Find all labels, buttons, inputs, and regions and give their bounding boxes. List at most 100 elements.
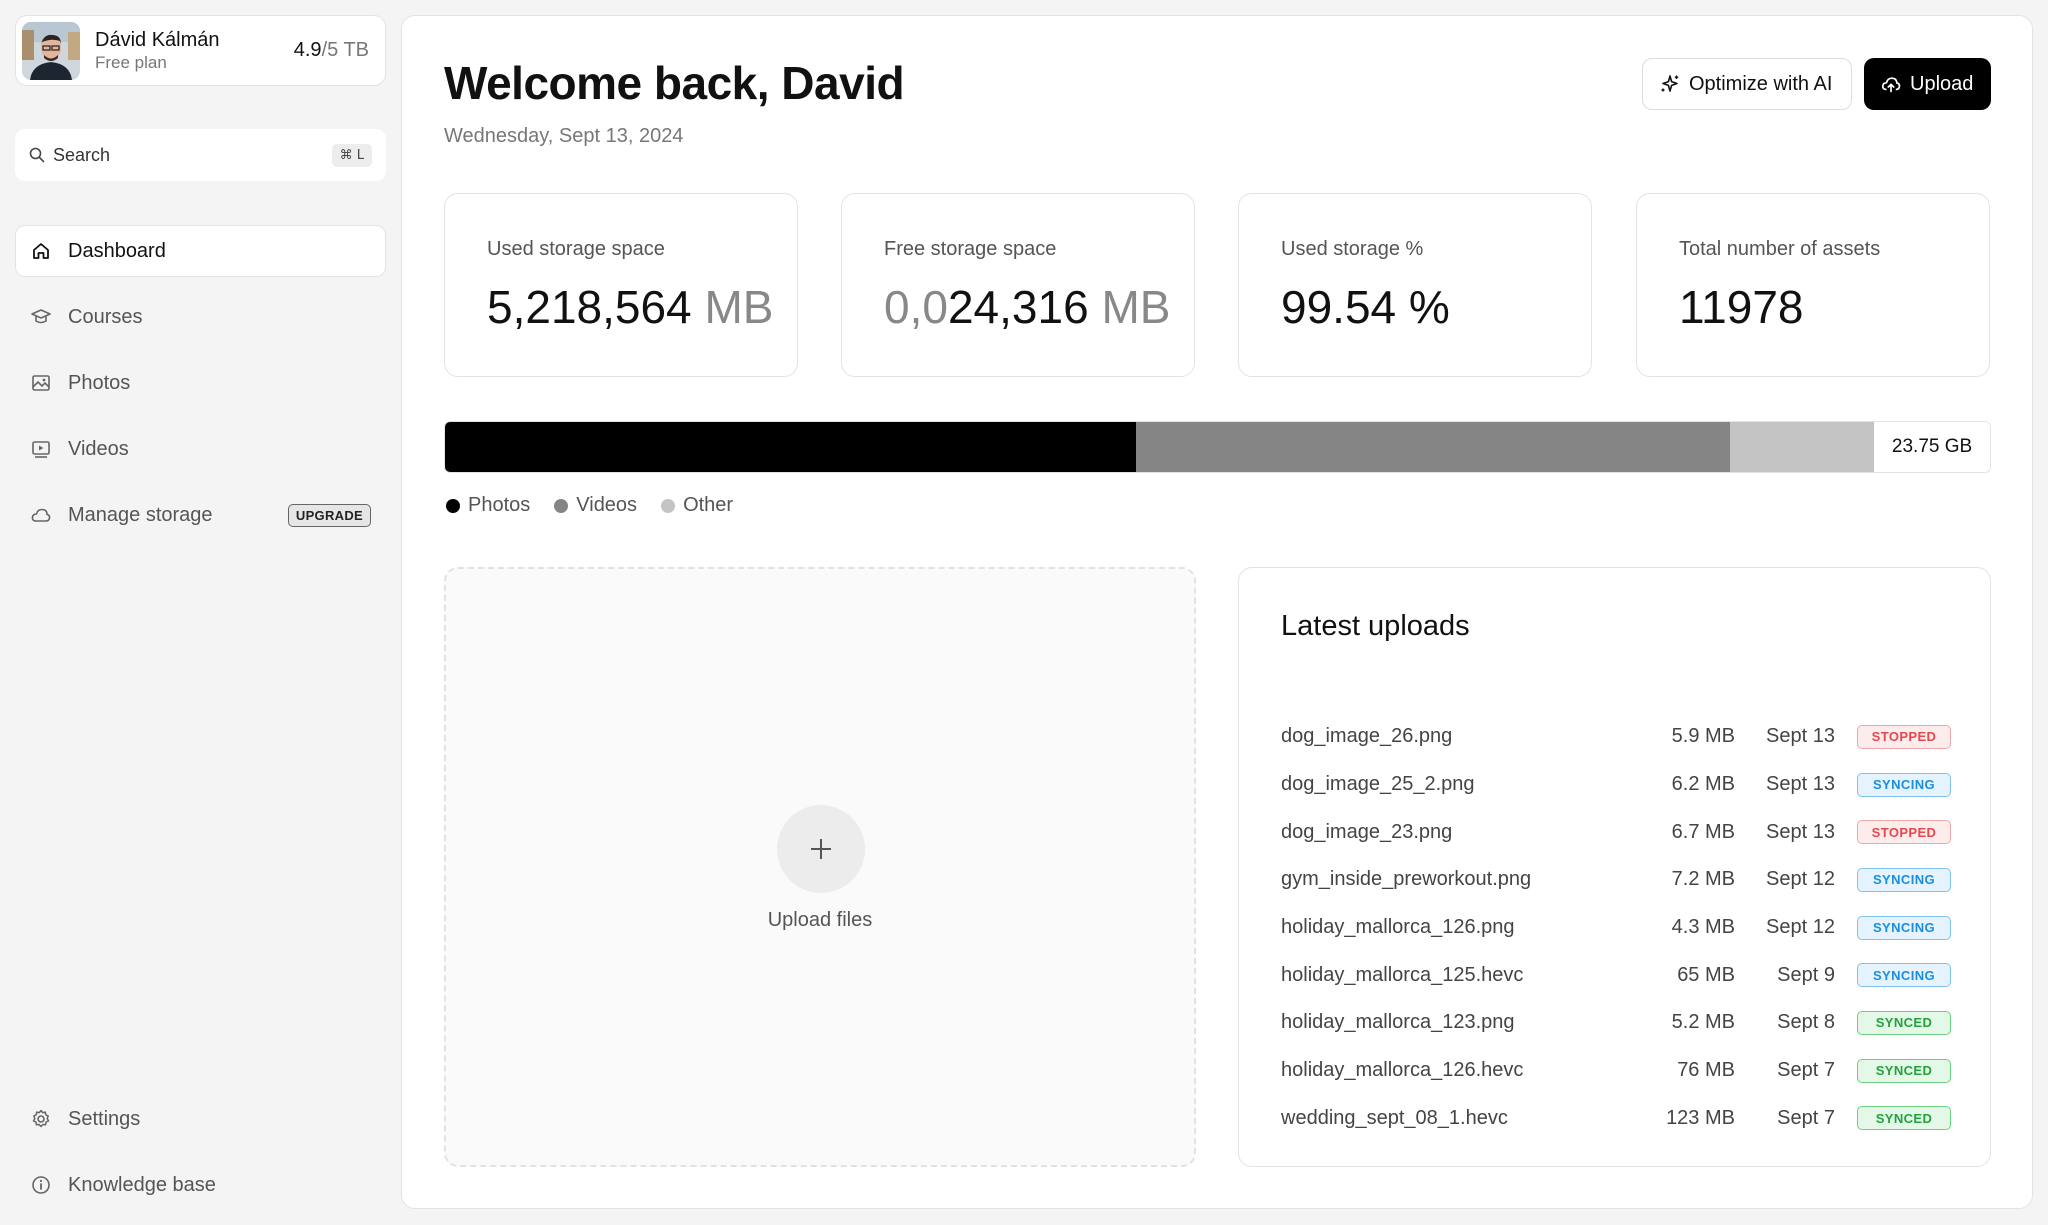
status-badge: SYNCING xyxy=(1857,772,1951,797)
nav-item-dashboard[interactable]: Dashboard xyxy=(15,225,386,277)
nav-item-photos[interactable]: Photos xyxy=(15,357,386,409)
legend-dot xyxy=(661,498,676,513)
file-size: 6.2 MB xyxy=(1671,773,1735,796)
quota-used: 4.9 xyxy=(293,39,322,61)
legend-item-videos: Videos xyxy=(554,494,637,517)
nav-item-label: Knowledge base xyxy=(68,1173,216,1196)
nav-item-courses[interactable]: Courses xyxy=(15,291,386,343)
upload-date: Sept 12 xyxy=(1766,868,1835,891)
file-size: 5.9 MB xyxy=(1671,725,1735,748)
file-name: dog_image_25_2.png xyxy=(1281,773,1475,796)
upload-date: Sept 8 xyxy=(1777,1011,1835,1034)
upload-date: Sept 7 xyxy=(1777,1059,1835,1082)
optimize-label: Optimize with AI xyxy=(1689,72,1833,95)
add-file-button[interactable] xyxy=(777,805,865,893)
upload-dropzone[interactable]: Upload files xyxy=(444,567,1196,1167)
stat-value: 99.54 % xyxy=(1281,281,1450,333)
upload-row[interactable]: wedding_sept_08_1.hevc 123 MB Sept 7 SYNCED xyxy=(1281,1095,1951,1143)
cloud-upload-icon xyxy=(1881,77,1901,93)
upload-row[interactable]: dog_image_26.png 5.9 MB Sept 13 STOPPED xyxy=(1281,713,1951,761)
sidebar: Dávid Kálmán Free plan 4.9/5 TB Search ⌘… xyxy=(15,15,386,1209)
upload-row[interactable]: holiday_mallorca_123.png 5.2 MB Sept 8 SYNC… xyxy=(1281,999,1951,1047)
file-name: dog_image_26.png xyxy=(1281,725,1453,748)
profile-name: Dávid Kálmán xyxy=(95,28,220,51)
sparkle-icon xyxy=(1661,75,1679,92)
status-badge: STOPPED xyxy=(1857,820,1951,845)
search-placeholder: Search xyxy=(53,144,111,165)
file-size: 6.7 MB xyxy=(1671,820,1735,843)
stat-label: Total number of assets xyxy=(1679,238,1881,260)
search-icon xyxy=(29,147,45,163)
upload-date: Sept 13 xyxy=(1766,820,1835,843)
upload-date: Sept 13 xyxy=(1766,773,1835,796)
stat-card-used-percent: Used storage % 99.54 % xyxy=(1238,193,1592,377)
gear-icon xyxy=(32,1109,50,1128)
upload-row[interactable]: dog_image_23.png 6.7 MB Sept 13 STOPPED xyxy=(1281,808,1951,856)
storage-quota: 4.9/5 TB xyxy=(294,39,369,62)
nav-item-label: Dashboard xyxy=(68,239,166,262)
upload-date: Sept 7 xyxy=(1777,1106,1835,1129)
legend-label: Videos xyxy=(576,494,638,516)
stat-unit: MB xyxy=(1101,281,1171,333)
stat-card-used-storage: Used storage space 5,218,564 MB xyxy=(444,193,798,377)
legend-dot xyxy=(446,498,460,513)
home-icon xyxy=(33,243,49,259)
latest-uploads-panel: Latest uploads dog_image_26.png 5.9 MB Sep… xyxy=(1238,567,1991,1167)
upload-row[interactable]: holiday_mallorca_125.hevc 65 MB Sept 9 SYNC… xyxy=(1281,951,1951,999)
upgrade-badge[interactable]: UPGRADE xyxy=(287,503,371,527)
status-badge: SYNCING xyxy=(1857,963,1951,988)
upload-row[interactable]: dog_image_25_2.png 6.2 MB Sept 13 SYNCING xyxy=(1281,761,1951,809)
upload-row[interactable]: holiday_mallorca_126.png 4.3 MB Sept 12 SYN… xyxy=(1281,904,1951,952)
file-name: holiday_mallorca_123.png xyxy=(1281,1011,1515,1034)
search-shortcut: ⌘ L xyxy=(331,143,372,167)
profile-card[interactable]: Dávid Kálmán Free plan 4.9/5 TB xyxy=(15,15,386,86)
upload-row[interactable]: gym_inside_preworkout.png 7.2 MB Sept 12 SY… xyxy=(1281,856,1951,904)
stat-card-free-storage: Free storage space 0,024,316 MB xyxy=(841,193,1195,377)
storage-segment-photos xyxy=(445,422,1136,472)
video-icon xyxy=(32,441,50,458)
stat-number-prefix: 0,0 xyxy=(884,281,948,333)
stat-label: Used storage % xyxy=(1281,238,1424,260)
nav-item-label: Photos xyxy=(68,371,131,394)
search-input[interactable]: Search ⌘ L xyxy=(15,129,386,181)
file-size: 4.3 MB xyxy=(1671,916,1735,939)
upload-date: Sept 12 xyxy=(1766,916,1835,939)
upload-files-label: Upload files xyxy=(767,909,873,931)
legend-item-photos: Photos xyxy=(446,494,530,517)
secondary-nav: Settings Knowledge base xyxy=(15,1093,386,1225)
upload-date: Sept 13 xyxy=(1766,725,1835,748)
status-badge: SYNCING xyxy=(1857,867,1951,892)
file-name: holiday_mallorca_126.hevc xyxy=(1281,1059,1524,1082)
nav-item-knowledge-base[interactable]: Knowledge base xyxy=(15,1159,386,1211)
status-badge: SYNCED xyxy=(1857,1010,1951,1035)
current-date: Wednesday, Sept 13, 2024 xyxy=(444,125,684,147)
stat-label: Free storage space xyxy=(884,238,1057,260)
legend-label: Photos xyxy=(468,494,531,516)
storage-usage-bar: 23.75 GB xyxy=(444,421,1991,473)
nav-item-settings[interactable]: Settings xyxy=(15,1093,386,1145)
profile-plan: Free plan xyxy=(95,52,167,72)
avatar xyxy=(22,21,80,80)
file-name: dog_image_23.png xyxy=(1281,820,1453,843)
main-panel: Welcome back, David Wednesday, Sept 13, … xyxy=(401,15,2033,1209)
upload-label: Upload xyxy=(1910,72,1974,95)
nav-item-manage-storage[interactable]: Manage storage UPGRADE xyxy=(15,489,386,541)
status-badge: SYNCING xyxy=(1857,915,1951,940)
info-icon xyxy=(32,1176,50,1194)
main-nav: Dashboard Courses Photos Videos Manage s… xyxy=(15,225,386,555)
upload-button[interactable]: Upload xyxy=(1864,58,1991,110)
stat-value: 0,024,316 MB xyxy=(884,280,1170,334)
stat-unit: MB xyxy=(704,281,774,333)
quota-total: /5 TB xyxy=(321,39,369,61)
storage-legend: Photos Videos Other xyxy=(446,494,757,517)
storage-segment-videos xyxy=(1135,422,1731,472)
nav-item-label: Courses xyxy=(68,305,143,328)
nav-item-label: Manage storage xyxy=(68,503,213,526)
nav-item-videos[interactable]: Videos xyxy=(15,423,386,475)
file-name: wedding_sept_08_1.hevc xyxy=(1281,1106,1508,1129)
optimize-with-ai-button[interactable]: Optimize with AI xyxy=(1642,58,1852,110)
file-size: 5.2 MB xyxy=(1671,1011,1735,1034)
upload-row[interactable]: holiday_mallorca_126.hevc 76 MB Sept 7 SYNC… xyxy=(1281,1047,1951,1095)
status-badge: STOPPED xyxy=(1857,724,1951,749)
status-badge: SYNCED xyxy=(1857,1058,1951,1083)
